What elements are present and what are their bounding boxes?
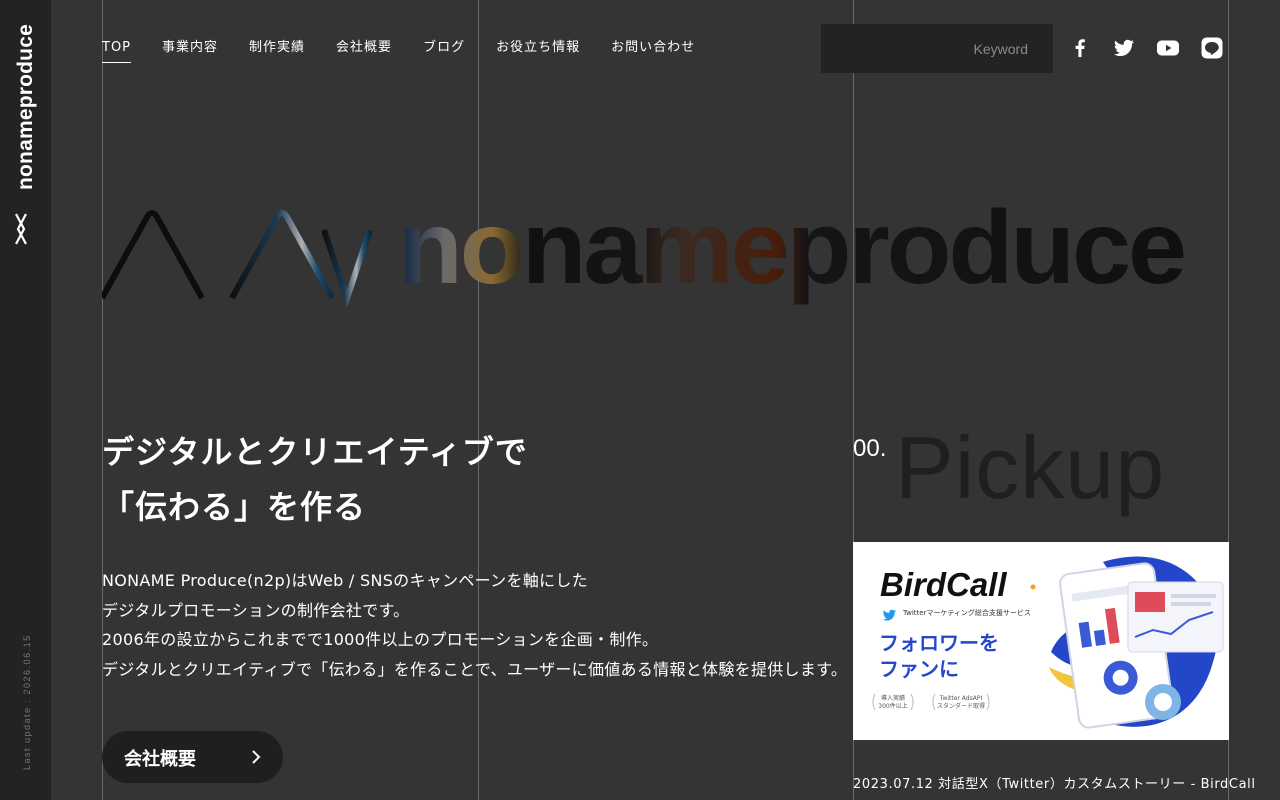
sidebar-brand-text: nonameproduce — [14, 24, 37, 190]
pickup-title: Pickup — [895, 418, 1166, 517]
badge-text: 300件以上 — [878, 702, 907, 710]
badge-text: スタンダード取得 — [937, 702, 985, 710]
search-input[interactable] — [821, 24, 1053, 73]
company-profile-label: 会社概要 — [124, 749, 196, 770]
catch-line: デジタルとクリエイティブで — [102, 433, 528, 471]
description-line: 2006年の設立からこれまでで1000件以上のプロモーションを企画・制作。 — [102, 630, 659, 649]
nav-item-top[interactable]: TOP — [102, 38, 132, 63]
nav-item-works[interactable]: 制作実績 — [249, 38, 305, 62]
main-nav: TOP 事業内容 制作実績 会社概要 ブログ お役立ち情報 お問い合わせ — [102, 38, 726, 63]
twitter-icon[interactable] — [1112, 36, 1136, 60]
pickup-caption[interactable]: 2023.07.12 対話型X（Twitter）カスタムストーリー - Bird… — [853, 773, 1256, 792]
badge-text: 導入実績 — [881, 694, 905, 702]
twitter-bird-icon — [882, 609, 896, 621]
birdcall-banner: BirdCall Twitterマーケティング総合支援サービス フォロワーを フ… — [872, 556, 1224, 729]
description-line: デジタルとクリエイティブで「伝わる」を作ることで、ユーザーに価値ある情報と体験を… — [102, 659, 848, 679]
pickup-number: 00. — [853, 435, 887, 462]
birdcall-subtitle: Twitterマーケティング総合支援サービス — [902, 608, 1031, 617]
facebook-icon[interactable] — [1068, 36, 1092, 60]
nav-item-useful-info[interactable]: お役立ち情報 — [496, 38, 580, 62]
nav-item-contact[interactable]: お問い合わせ — [611, 38, 695, 62]
description-line: デジタルプロモーションの制作会社です。 — [102, 600, 410, 620]
youtube-icon[interactable] — [1156, 36, 1180, 60]
hero-logo: nonameproduce — [102, 205, 1187, 308]
badge-text: Twitter AdsAPI — [939, 695, 983, 702]
nav-item-company[interactable]: 会社概要 — [336, 38, 392, 62]
search-box — [821, 24, 1053, 73]
hero-logo-text: nonameproduce — [398, 205, 1184, 306]
nav-item-business[interactable]: 事業内容 — [162, 38, 218, 62]
description-line: NONAME Produce(n2p)はWeb / SNSのキャンペーンを軸にし… — [102, 571, 588, 590]
chevron-right-icon — [252, 750, 261, 764]
pickup-card-birdcall[interactable]: BirdCall Twitterマーケティング総合支援サービス フォロワーを フ… — [853, 542, 1229, 740]
birdcall-logo-text: BirdCall — [880, 566, 1007, 603]
catch-line: 「伝わる」を作る — [102, 488, 367, 526]
birdcall-headline: フォロワーを — [879, 631, 999, 655]
brand-mark-icon — [102, 210, 373, 308]
hero-description: NONAME Produce(n2p)はWeb / SNSのキャンペーンを軸にし… — [102, 566, 847, 684]
nav-item-blog[interactable]: ブログ — [423, 38, 465, 62]
line-icon[interactable] — [1200, 36, 1224, 60]
sidebar-logo[interactable]: nonameproduce — [13, 24, 39, 250]
company-profile-button[interactable]: 会社概要 — [102, 731, 283, 783]
sidebar: nonameproduce Last update : 2026.06.15 — [0, 0, 51, 800]
hero-catch: デジタルとクリエイティブで 「伝わる」を作る — [102, 425, 528, 535]
birdcall-headline: ファンに — [879, 657, 959, 681]
last-update: Last update : 2026.06.15 — [22, 634, 32, 770]
